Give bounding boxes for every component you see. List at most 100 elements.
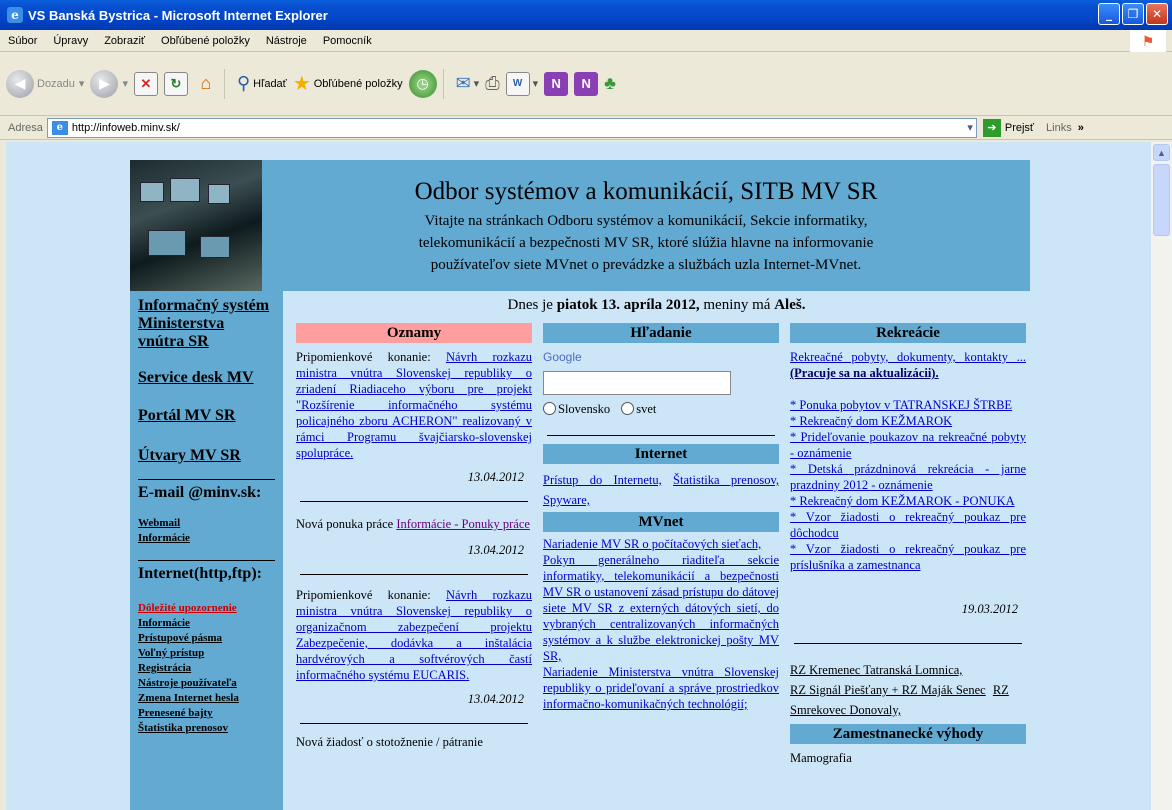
history-button[interactable]: ◷ bbox=[408, 64, 437, 104]
date-line: Dnes je piatok 13. apríla 2012, meniny m… bbox=[283, 297, 1030, 314]
link-kezmarok-ponuka[interactable]: * Rekreačný dom KEŽMAROK - PONUKA bbox=[790, 494, 1015, 508]
search-button[interactable]: ⚲ Hľadať bbox=[237, 64, 287, 104]
link-vzor-dochodca[interactable]: * Vzor žiadosti o rekreačný poukaz pre d… bbox=[790, 510, 1026, 540]
menu-oblubene[interactable]: Obľúbené položky bbox=[153, 35, 258, 47]
link-zmena[interactable]: Zmena Internet hesla bbox=[138, 691, 283, 706]
mail-button[interactable]: ✉ ▾ bbox=[456, 64, 480, 104]
home-button[interactable]: ⌂ bbox=[194, 64, 218, 104]
internet-heading: Internet(http,ftp): bbox=[138, 565, 262, 582]
browser-window: e VS Banská Bystrica - Microsoft Interne… bbox=[0, 0, 1172, 810]
news-2-link[interactable]: Informácie - Ponuky práce bbox=[396, 517, 530, 531]
link-nariadenie-siete[interactable]: Nariadenie MV SR o počítačových sieťach, bbox=[543, 537, 761, 551]
mail-icon: ✉ bbox=[455, 73, 471, 93]
link-rz-kremenec[interactable]: RZ Kremenec Tatranská Lomnica, bbox=[790, 663, 962, 677]
link-volny[interactable]: Voľný prístup bbox=[138, 646, 283, 661]
address-input[interactable]: e http://infoweb.minv.sk/ ▾ bbox=[46, 117, 977, 138]
search-icon: ⚲ bbox=[236, 73, 251, 93]
banner: Odbor systémov a komunikácií, SITB MV SR… bbox=[130, 160, 1030, 291]
google-logo: Google bbox=[543, 350, 582, 364]
link-nariadenie-ikt[interactable]: Nariadenie Ministerstva vnútra Slovenske… bbox=[543, 665, 779, 711]
link-statistika-prenosov[interactable]: Štatistika prenosov, bbox=[673, 473, 779, 487]
address-dropdown-icon[interactable]: ▾ bbox=[967, 121, 973, 134]
link-webmail[interactable]: Webmail bbox=[138, 516, 283, 531]
link-pristupove[interactable]: Prístupové pásma bbox=[138, 631, 283, 646]
divider bbox=[300, 574, 528, 575]
radio-slovensko[interactable] bbox=[543, 402, 556, 415]
news-3-text: Pripomienkové konanie: bbox=[296, 588, 446, 602]
menu-upravy[interactable]: Úpravy bbox=[45, 35, 96, 47]
menu-zobrazit[interactable]: Zobraziť bbox=[96, 35, 153, 47]
news-1-link[interactable]: Návrh rozkazu ministra vnútra Slovenskej… bbox=[296, 350, 532, 460]
menu-pomocnik[interactable]: Pomocník bbox=[315, 35, 380, 47]
onenote-send-icon: N bbox=[574, 71, 599, 96]
menu-subor[interactable]: Súbor bbox=[0, 35, 45, 47]
date-pre: Dnes je bbox=[507, 297, 557, 313]
link-registracia[interactable]: Registrácia bbox=[138, 661, 283, 676]
maximize-button[interactable]: ❐ bbox=[1122, 3, 1144, 25]
link-service-desk[interactable]: Service desk MV bbox=[138, 369, 283, 387]
close-button[interactable]: ✕ bbox=[1146, 3, 1168, 25]
window-title: VS Banská Bystrica - Microsoft Internet … bbox=[28, 7, 328, 23]
dropdown-arrow-icon: ▾ bbox=[473, 78, 480, 90]
dropdown-arrow-icon: ▾ bbox=[532, 78, 539, 90]
stop-icon: ✕ bbox=[133, 71, 158, 96]
link-informacie-internet[interactable]: Informácie bbox=[138, 616, 283, 631]
onenote-send-button[interactable]: N bbox=[574, 64, 599, 104]
link-detska-rekreacia[interactable]: * Detská prázdninová rekreácia - jarne p… bbox=[790, 462, 1026, 492]
divider bbox=[547, 435, 775, 436]
address-label: Adresa bbox=[8, 121, 43, 134]
stop-button[interactable]: ✕ bbox=[133, 64, 158, 104]
messenger-button[interactable]: ♣ bbox=[604, 64, 616, 104]
link-pridelovanie-poukazov[interactable]: * Prideľovanie poukazov na rekreačné pob… bbox=[790, 430, 1026, 460]
link-dolezite[interactable]: Dôležité upozornenie bbox=[138, 601, 283, 616]
edit-button[interactable]: W ▾ bbox=[505, 64, 539, 104]
link-prenesene[interactable]: Prenesené bajty bbox=[138, 706, 283, 721]
go-arrow-icon[interactable]: ➔ bbox=[982, 118, 1001, 137]
welcome-line-3: používateľov siete MVnet o prevádzke a s… bbox=[430, 257, 862, 273]
vertical-scrollbar[interactable]: ▲ bbox=[1151, 142, 1172, 810]
refresh-button[interactable]: ↻ bbox=[163, 64, 188, 104]
link-rekreacne-pobyty[interactable]: Rekreačné pobyty, dokumenty, kontakty ..… bbox=[790, 350, 1026, 364]
link-nastroje[interactable]: Nástroje používateľa bbox=[138, 676, 283, 691]
back-button[interactable]: ◀ Dozadu ▾ bbox=[6, 64, 84, 104]
link-pracuje-sa[interactable]: (Pracuje sa na aktualizácii). bbox=[790, 366, 939, 380]
link-rz-signal[interactable]: RZ Signál Piešťany + RZ Maják Senec bbox=[790, 683, 986, 697]
link-statistika[interactable]: Štatistika prenosov bbox=[138, 721, 283, 736]
link-is-3[interactable]: vnútra SR bbox=[138, 333, 283, 351]
star-icon: ★ bbox=[292, 73, 311, 95]
toolbar: ◀ Dozadu ▾ ▶ ▾ ✕ ↻ ⌂ ⚲ Hľadať ★ Obľúbené… bbox=[0, 52, 1172, 116]
link-portal[interactable]: Portál MV SR bbox=[138, 407, 283, 425]
chevron-right-icon[interactable]: » bbox=[1078, 122, 1084, 134]
welcome-line-2: telekomunikácií a bezpečnosti MV SR, kto… bbox=[418, 235, 874, 251]
scroll-up-icon[interactable]: ▲ bbox=[1153, 144, 1170, 161]
menu-bar: Súbor Úpravy Zobraziť Obľúbené položky N… bbox=[0, 30, 1172, 52]
print-button[interactable]: ⎙ bbox=[485, 64, 499, 104]
links-button[interactable]: Links bbox=[1046, 122, 1072, 134]
google-search-input[interactable] bbox=[543, 371, 731, 395]
link-tatranska-strba[interactable]: * Ponuka pobytov v TATRANSKEJ ŠTRBE bbox=[790, 398, 1012, 412]
go-button[interactable]: Prejsť bbox=[1005, 122, 1034, 134]
link-informacie-email[interactable]: Informácie bbox=[138, 531, 283, 546]
link-pristup-internet[interactable]: Prístup do Internetu, bbox=[543, 473, 662, 487]
forward-button[interactable]: ▶ ▾ bbox=[90, 64, 128, 104]
history-icon: ◷ bbox=[408, 69, 437, 98]
link-is-1[interactable]: Informačný systém bbox=[138, 297, 283, 315]
toolbar-separator bbox=[223, 68, 225, 99]
news-3-link[interactable]: Návrh rozkazu ministra vnútra Slovenskej… bbox=[296, 588, 532, 682]
link-pokyn-riaditela[interactable]: Pokyn generálneho riaditeľa sekcie infor… bbox=[543, 553, 779, 663]
link-kezmarok[interactable]: * Rekreačný dom KEŽMAROK bbox=[790, 414, 952, 428]
link-vzor-prislusnik[interactable]: * Vzor žiadosti o rekreačný poukaz pre p… bbox=[790, 542, 1026, 572]
radio-svet[interactable] bbox=[621, 402, 635, 415]
link-is-2[interactable]: Ministerstva bbox=[138, 315, 283, 333]
menu-nastroje[interactable]: Nástroje bbox=[258, 35, 315, 47]
search-label: Hľadať bbox=[253, 77, 287, 90]
onenote-button[interactable]: N bbox=[544, 64, 569, 104]
link-utvary[interactable]: Útvary MV SR bbox=[138, 447, 283, 465]
page-icon: e bbox=[51, 120, 68, 135]
scrollbar-thumb[interactable] bbox=[1153, 164, 1170, 236]
link-spyware[interactable]: Spyware, bbox=[543, 493, 590, 507]
minimize-button[interactable]: _ bbox=[1098, 3, 1120, 25]
radio-slovensko-label: Slovensko bbox=[558, 402, 611, 416]
divider bbox=[300, 501, 528, 502]
favorites-button[interactable]: ★ Obľúbené položky bbox=[293, 64, 403, 104]
